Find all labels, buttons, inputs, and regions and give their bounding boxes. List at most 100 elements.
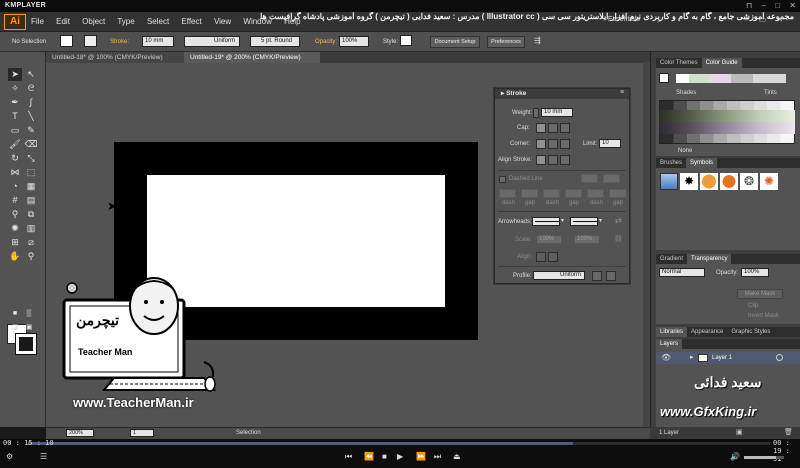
round-join-icon[interactable]: [548, 139, 558, 149]
weight-field[interactable]: 10 mm: [541, 108, 573, 117]
stop-icon[interactable]: ■: [382, 452, 387, 461]
tab-brushes[interactable]: Brushes: [656, 158, 686, 168]
layer-target-icon[interactable]: [776, 354, 783, 361]
tab-color-guide[interactable]: Color Guide: [701, 58, 742, 68]
tab-untitled-18[interactable]: Untitled-18* @ 100% (CMYK/Preview): [46, 52, 184, 63]
blend-mode-select[interactable]: Normal: [659, 268, 705, 277]
profile-select[interactable]: Uniform: [533, 271, 585, 280]
next-icon[interactable]: ⏭: [434, 452, 441, 462]
opacity-label-link[interactable]: Opacity:: [315, 39, 337, 45]
weight-stepper[interactable]: [533, 108, 539, 118]
gradient-mode-icon[interactable]: ▒: [22, 307, 36, 320]
stroke-label-link[interactable]: Stroke:: [110, 39, 129, 45]
tab-graphic-styles[interactable]: Graphic Styles: [727, 327, 774, 337]
gradient-tool-icon[interactable]: ▤: [24, 194, 38, 207]
link-scale-icon[interactable]: ⛓: [614, 235, 623, 243]
end-arrowhead-select[interactable]: [570, 217, 598, 226]
graph-tool-icon[interactable]: ▥: [24, 222, 38, 235]
start-scale-field[interactable]: 100%: [536, 235, 562, 244]
eyedropper-icon[interactable]: ⚲: [8, 208, 22, 221]
symbol-1[interactable]: [660, 173, 678, 190]
zoom-field[interactable]: 200%: [66, 429, 94, 437]
play-icon[interactable]: ▶: [397, 452, 403, 461]
pin-icon[interactable]: ⊓: [746, 1, 752, 10]
draw-mode-icon[interactable]: ◪: [8, 321, 22, 334]
green-variation-row[interactable]: [659, 110, 795, 122]
workspace-switcher[interactable]: Essentials: [608, 16, 640, 23]
expand-arrow-icon[interactable]: ▸: [690, 353, 694, 361]
trash-icon[interactable]: 🗑: [784, 428, 793, 436]
rewind-icon[interactable]: ⏪: [364, 452, 374, 461]
end-scale-field[interactable]: 100%: [574, 235, 600, 244]
paintbrush-icon[interactable]: 🖌: [8, 138, 22, 151]
start-arrowhead-select[interactable]: [532, 217, 560, 226]
bevel-join-icon[interactable]: [560, 139, 570, 149]
flip-along-icon[interactable]: [592, 271, 602, 281]
menu-type[interactable]: Type: [117, 17, 134, 26]
curvature-tool-icon[interactable]: ∫: [24, 96, 38, 109]
style-swatch[interactable]: [400, 35, 412, 46]
dash-field-1[interactable]: [499, 189, 516, 198]
perspective-grid-icon[interactable]: ▦: [24, 180, 38, 193]
selection-tool-icon[interactable]: ➤: [8, 68, 22, 81]
tab-color-themes[interactable]: Color Themes: [656, 58, 702, 68]
free-transform-icon[interactable]: ⬚: [24, 166, 38, 179]
align-center-icon[interactable]: [536, 155, 546, 165]
rectangle-tool-icon[interactable]: ▭: [8, 124, 22, 137]
tab-appearance[interactable]: Appearance: [687, 327, 727, 337]
new-layer-icon[interactable]: ▣: [736, 428, 743, 436]
gap-field-2[interactable]: [565, 189, 582, 198]
blend-tool-icon[interactable]: ⧉: [24, 208, 38, 221]
slice-tool-icon[interactable]: ⧄: [24, 236, 38, 249]
symbol-4[interactable]: [720, 173, 738, 190]
gap-field-1[interactable]: [521, 189, 538, 198]
tab-transparency[interactable]: Transparency: [687, 254, 732, 264]
purple-variation-row[interactable]: [659, 122, 795, 134]
app-close-icon[interactable]: ✕: [776, 15, 783, 24]
playlist-icon[interactable]: ☰: [40, 452, 47, 461]
shape-builder-icon[interactable]: ◔: [8, 180, 22, 193]
type-tool-icon[interactable]: T: [8, 110, 22, 123]
menu-icon[interactable]: ⚙: [6, 452, 13, 461]
panel-menu-icon[interactable]: ≡: [620, 89, 624, 96]
color-mode-icon[interactable]: ■: [8, 307, 22, 320]
chevron-down-icon[interactable]: ▾: [561, 217, 564, 224]
zoom-tool-icon[interactable]: ⚲: [24, 250, 38, 263]
swap-arrowheads-icon[interactable]: ⇄: [615, 216, 622, 225]
symbol-sprayer-icon[interactable]: ✺: [8, 222, 22, 235]
menu-object[interactable]: Object: [82, 17, 105, 26]
lasso-icon[interactable]: ᘓ: [24, 82, 38, 95]
close-icon[interactable]: ✕: [789, 1, 796, 10]
preferences-button[interactable]: Preferences: [487, 36, 525, 48]
symbol-6[interactable]: ✺: [760, 173, 778, 190]
harmony-rule-strip[interactable]: [676, 74, 786, 83]
rotate-tool-icon[interactable]: ↻: [8, 152, 22, 165]
tab-libraries[interactable]: Libraries: [656, 327, 688, 337]
dash-field-2[interactable]: [543, 189, 560, 198]
symbol-5[interactable]: ❂: [740, 173, 758, 190]
brush-definition[interactable]: 5 pt. Round: [250, 36, 300, 47]
app-restore-icon[interactable]: ▭: [759, 15, 767, 24]
butt-cap-icon[interactable]: [536, 123, 546, 133]
fast-forward-icon[interactable]: ⏩: [416, 452, 426, 461]
opacity-field[interactable]: 100%: [339, 36, 369, 47]
previous-icon[interactable]: ⏮: [345, 452, 352, 462]
document-setup-button[interactable]: Document Setup: [430, 36, 480, 48]
eject-icon[interactable]: ⏏: [453, 452, 461, 461]
symbol-2[interactable]: ✸: [680, 173, 698, 190]
app-minimize-icon[interactable]: –: [744, 15, 748, 24]
round-cap-icon[interactable]: [548, 123, 558, 133]
pen-tool-icon[interactable]: ✒: [8, 96, 22, 109]
symbol-3[interactable]: [700, 173, 718, 190]
arrow-place-icon[interactable]: [548, 252, 558, 262]
dash-align-icon[interactable]: [603, 174, 620, 183]
minimize-icon[interactable]: –: [762, 1, 766, 10]
menu-edit[interactable]: Edit: [56, 17, 70, 26]
arrange-icon[interactable]: ⇶: [534, 36, 541, 45]
mesh-tool-icon[interactable]: #: [8, 194, 22, 207]
limit-field[interactable]: 10: [599, 139, 621, 148]
align-inside-icon[interactable]: [548, 155, 558, 165]
projecting-cap-icon[interactable]: [560, 123, 570, 133]
miter-join-icon[interactable]: [536, 139, 546, 149]
base-color-swatch[interactable]: [659, 73, 669, 83]
